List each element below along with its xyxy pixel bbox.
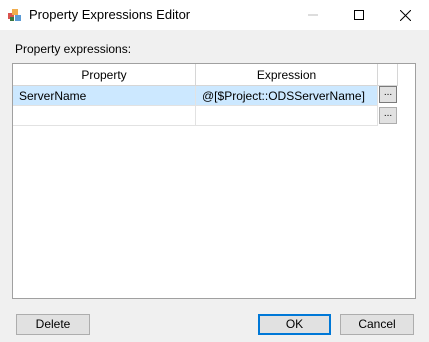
minimize-button[interactable] [290,0,336,30]
table-row[interactable]: ServerName @[$Project::ODSServerName] [13,86,398,106]
maximize-icon [354,10,364,20]
close-icon [399,9,411,21]
window-title: Property Expressions Editor [29,7,191,22]
expression-cell[interactable]: @[$Project::ODSServerName] [196,86,378,106]
maximize-button[interactable] [336,0,382,30]
close-button[interactable] [382,0,428,30]
delete-button[interactable]: Delete [16,314,90,335]
expression-builder-button[interactable]: ... [379,107,397,124]
column-header-expression[interactable]: Expression [196,64,378,86]
title-bar: Property Expressions Editor [0,0,429,30]
column-header-property[interactable]: Property [13,64,196,86]
app-icon [8,9,21,21]
expression-builder-button[interactable]: ... [379,86,397,103]
cancel-button[interactable]: Cancel [340,314,414,335]
property-expressions-grid[interactable]: Property Expression ServerName @[$Projec… [12,63,416,299]
ok-button[interactable]: OK [258,314,331,335]
property-expressions-label: Property expressions: [15,42,132,56]
column-header-button [378,64,398,86]
property-cell[interactable]: ServerName [13,86,196,106]
expression-cell[interactable] [196,106,378,126]
minimize-icon [308,14,318,16]
property-cell[interactable] [13,106,196,126]
table-row[interactable] [13,106,398,126]
